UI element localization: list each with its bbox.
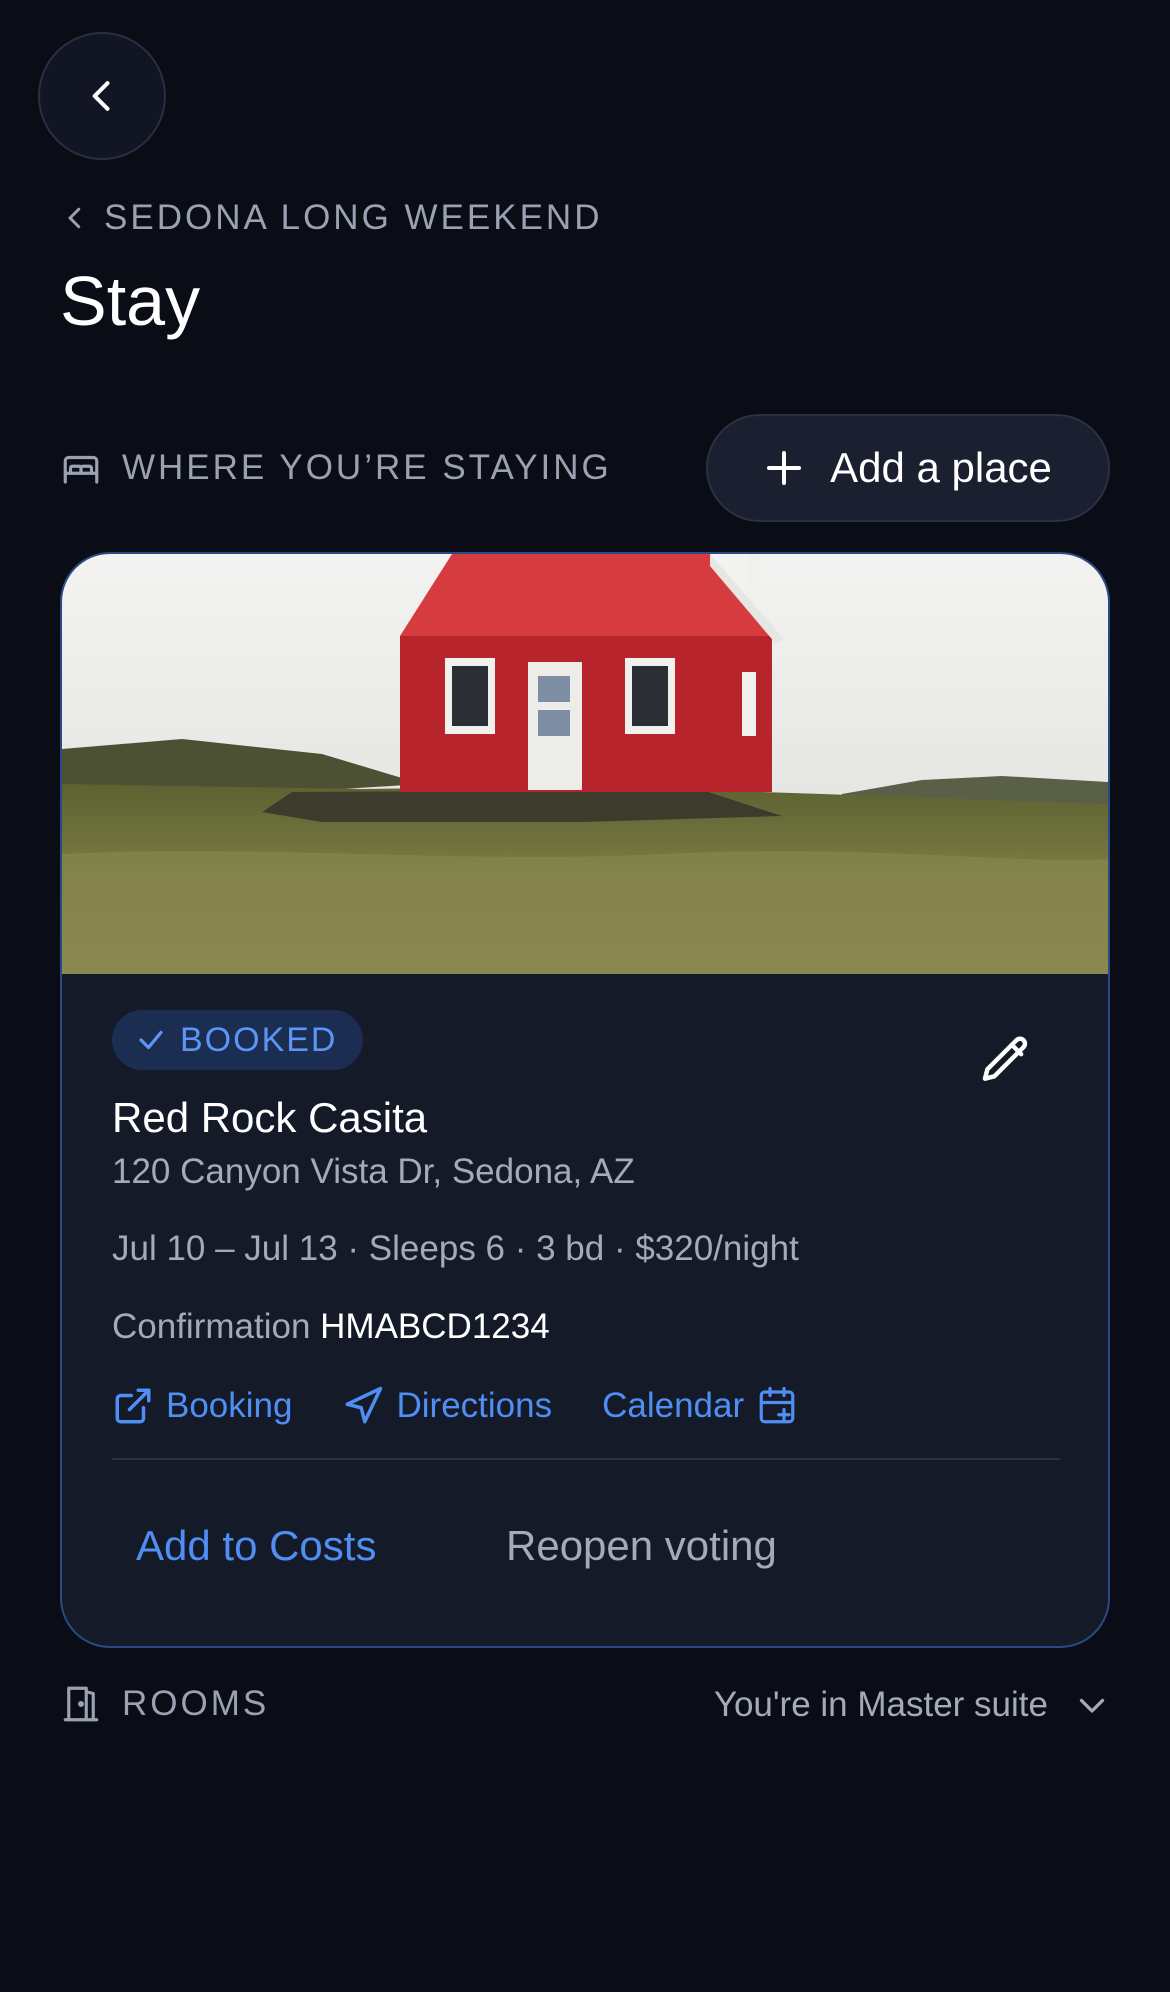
room-assignment: You're in Master suite [713, 1685, 1048, 1724]
confirmation: Confirmation HMABCD1234 [112, 1307, 550, 1347]
rooms-section-label: ROOMS [122, 1684, 270, 1723]
chevron-left-icon [68, 207, 81, 229]
chevron-down-icon [1079, 1698, 1105, 1713]
edit-button[interactable] [978, 1032, 1034, 1088]
stay-section-label: WHERE YOU’RE STAYING [122, 448, 612, 487]
navigation-arrow-icon [345, 1386, 383, 1424]
confirmation-code: HMABCD1234 [320, 1307, 550, 1346]
confirmation-label: Confirmation [112, 1307, 311, 1346]
place-details: Jul 10 – Jul 13 · Sleeps 6 · 3 bd · $320… [112, 1229, 799, 1268]
directions-link-label: Directions [396, 1386, 553, 1425]
breadcrumb-label: SEDONA LONG WEEKEND [104, 198, 603, 237]
quick-links: Booking Directions Calendar [112, 1376, 848, 1436]
divider [112, 1458, 1060, 1460]
external-link-icon [115, 1388, 151, 1424]
stay-card: BOOKED Red Rock Casita 120 Canyon Vista … [60, 552, 1110, 1648]
calendar-link[interactable]: Calendar [602, 1385, 798, 1427]
reopen-voting-button[interactable]: Reopen voting [506, 1522, 777, 1570]
check-icon [139, 1030, 163, 1050]
add-place-label: Add a place [830, 444, 1052, 491]
stay-section-heading: WHERE YOU’RE STAYING [60, 443, 612, 493]
page-title: Stay [60, 262, 201, 340]
add-place-button[interactable]: Add a place [706, 414, 1110, 522]
chevron-left-icon [92, 81, 110, 111]
door-icon [63, 1686, 99, 1722]
place-address: 120 Canyon Vista Dr, Sedona, AZ [112, 1152, 635, 1191]
pencil-icon [982, 1036, 1028, 1081]
room-selector[interactable]: You're in Master suite [714, 1680, 1110, 1730]
place-name: Red Rock Casita [112, 1094, 428, 1141]
bed-icon [63, 455, 99, 484]
booking-link[interactable]: Booking [112, 1385, 292, 1427]
stay-screen: SEDONA LONG WEEKEND Stay WHERE YOU’RE ST… [0, 0, 1170, 1992]
add-to-costs-button[interactable]: Add to Costs [136, 1522, 376, 1570]
breadcrumb[interactable]: SEDONA LONG WEEKEND [60, 196, 602, 240]
stay-photo [62, 554, 1108, 974]
directions-link[interactable]: Directions [342, 1385, 552, 1427]
status-badge: BOOKED [112, 1010, 364, 1070]
status-label: BOOKED [180, 1020, 338, 1059]
booking-link-label: Booking [166, 1386, 293, 1425]
calendar-link-label: Calendar [602, 1386, 745, 1425]
plus-icon [767, 451, 802, 485]
rooms-section-heading: ROOMS [60, 1679, 269, 1729]
back-button[interactable] [38, 32, 166, 160]
calendar-plus-icon [759, 1386, 795, 1424]
